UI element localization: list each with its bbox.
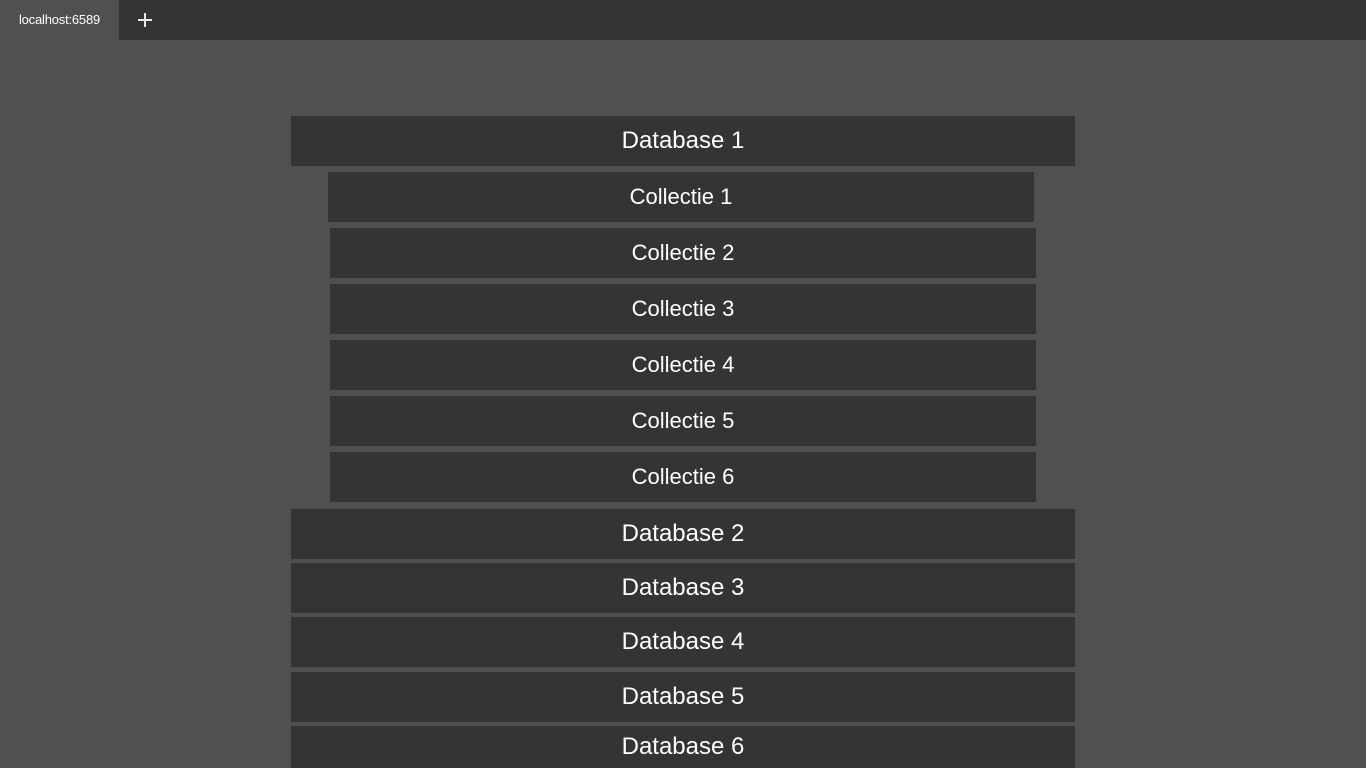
collection-label: Collectie 1 (629, 184, 733, 209)
database-label: Database 2 (621, 520, 745, 547)
collection-label: Collectie 2 (631, 240, 735, 265)
database-item-4[interactable]: Database 4 (291, 617, 1075, 667)
database-item-5[interactable]: Database 5 (291, 672, 1075, 722)
database-label: Database 1 (621, 127, 745, 154)
collection-item-4[interactable]: Collectie 4 (330, 340, 1036, 390)
database-label: Database 3 (621, 574, 745, 601)
collection-item-5[interactable]: Collectie 5 (330, 396, 1036, 446)
collection-label: Collectie 5 (631, 408, 735, 433)
database-label: Database 6 (621, 733, 745, 760)
database-item-1[interactable]: Database 1 (291, 116, 1075, 166)
browser-tab[interactable]: localhost:6589 (0, 0, 119, 40)
database-item-2[interactable]: Database 2 (291, 509, 1075, 559)
collection-item-1[interactable]: Collectie 1 (328, 172, 1034, 222)
browser-tabbar: localhost:6589 (0, 0, 1366, 40)
collection-label: Collectie 6 (631, 464, 735, 489)
database-label: Database 5 (621, 683, 745, 710)
collection-item-2[interactable]: Collectie 2 (330, 228, 1036, 278)
database-label: Database 4 (621, 628, 745, 655)
plus-icon[interactable] (134, 9, 156, 31)
collection-item-6[interactable]: Collectie 6 (330, 452, 1036, 502)
collection-label: Collectie 4 (631, 352, 735, 377)
collection-item-3[interactable]: Collectie 3 (330, 284, 1036, 334)
collection-label: Collectie 3 (631, 296, 735, 321)
database-item-3[interactable]: Database 3 (291, 563, 1075, 613)
database-item-6[interactable]: Database 6 (291, 726, 1075, 768)
